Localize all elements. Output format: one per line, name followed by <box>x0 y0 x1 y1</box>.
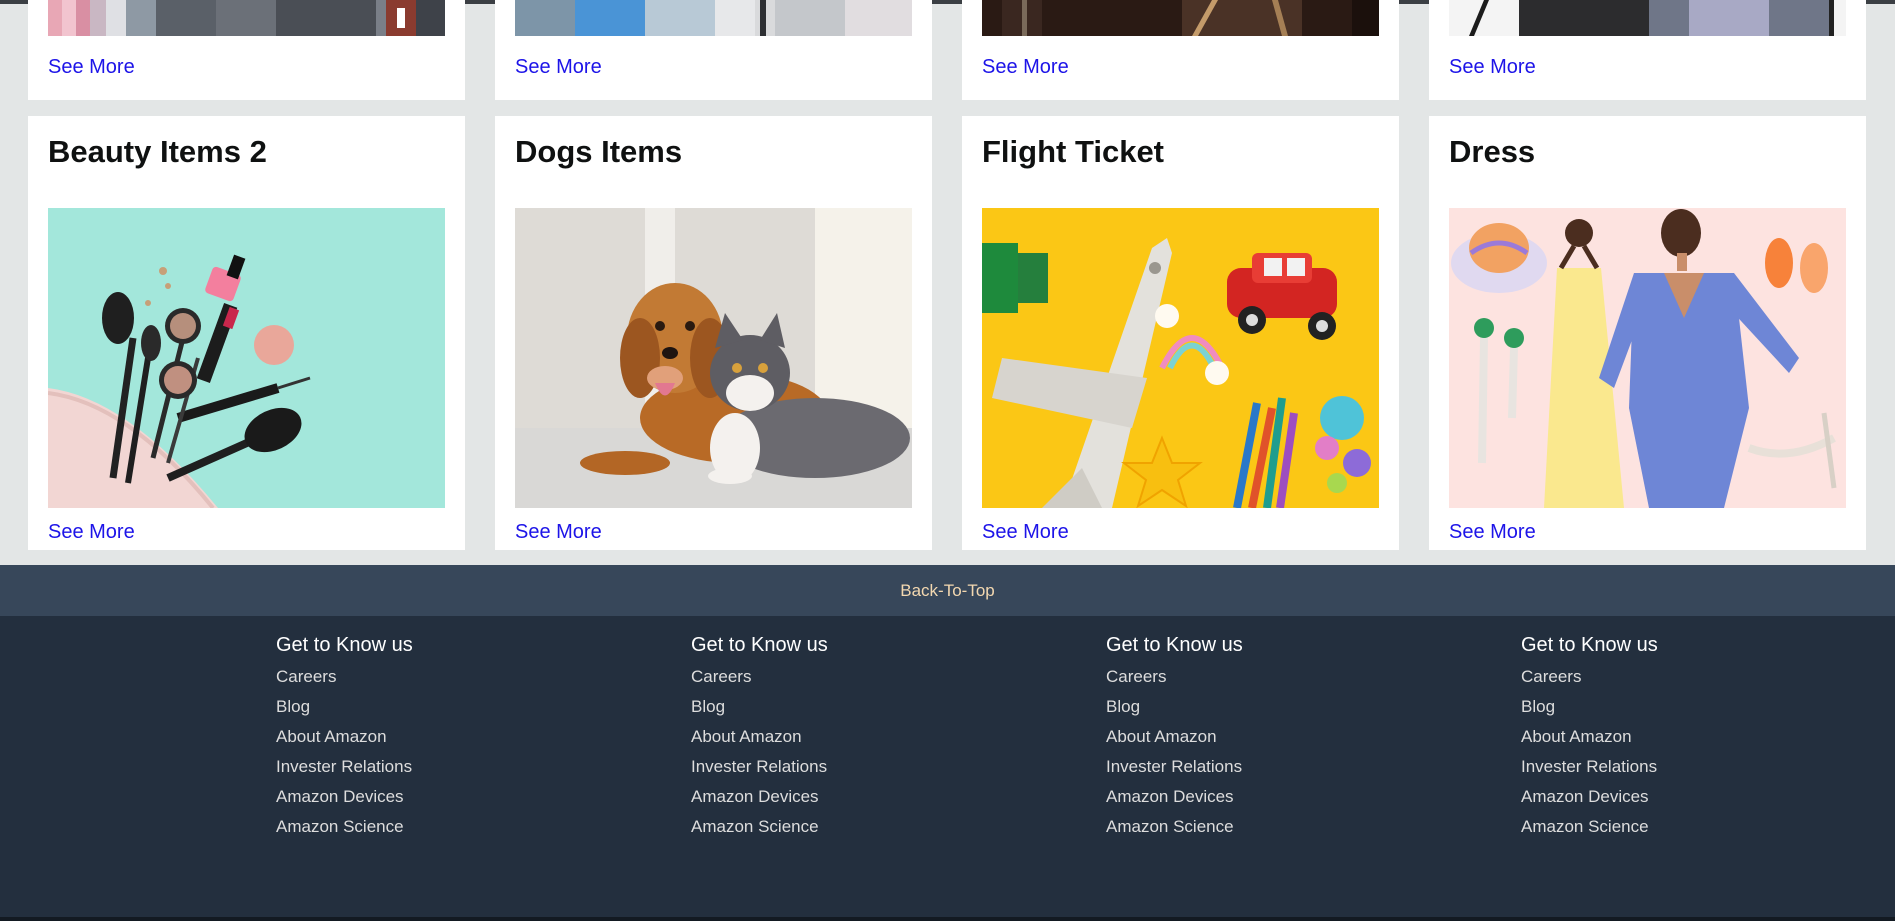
card-image-furniture-cropped[interactable] <box>982 0 1379 36</box>
card-image-cosmetics-cropped[interactable] <box>48 0 445 36</box>
see-more-link[interactable]: See More <box>1449 521 1536 544</box>
footer-link[interactable]: Amazon Science <box>1106 817 1406 847</box>
footer-link[interactable]: Careers <box>1106 667 1406 697</box>
see-more-link[interactable]: See More <box>48 56 135 79</box>
product-card: Dress See More <box>1429 116 1866 550</box>
footer-column: Get to Know us Careers Blog About Amazon… <box>1521 634 1821 847</box>
footer-column-heading: Get to Know us <box>276 634 413 656</box>
card-image-flight[interactable] <box>982 208 1379 508</box>
footer-link[interactable]: Invester Relations <box>691 757 991 787</box>
card-title: Dress <box>1449 134 1536 169</box>
footer-link[interactable]: Blog <box>1521 697 1821 727</box>
footer-link[interactable]: Careers <box>1521 667 1821 697</box>
footer-column: Get to Know us Careers Blog About Amazon… <box>691 634 991 847</box>
product-card: Dogs Items See More <box>495 116 932 550</box>
footer-link[interactable]: Blog <box>691 697 991 727</box>
card-image-beauty[interactable] <box>48 208 445 508</box>
footer-link[interactable]: Blog <box>1106 697 1406 727</box>
footer-link[interactable]: Amazon Science <box>1521 817 1821 847</box>
footer-link[interactable]: Amazon Science <box>691 817 991 847</box>
footer-bottom-edge <box>0 917 1895 921</box>
footer-link[interactable]: About Amazon <box>1106 727 1406 757</box>
see-more-link[interactable]: See More <box>48 521 135 544</box>
card-image-dogs[interactable] <box>515 208 912 508</box>
see-more-link[interactable]: See More <box>982 56 1069 79</box>
footer-column-heading: Get to Know us <box>691 634 828 656</box>
card-title: Flight Ticket <box>982 134 1165 169</box>
footer-link[interactable]: Amazon Devices <box>1521 787 1821 817</box>
footer-link[interactable]: Invester Relations <box>276 757 576 787</box>
product-card: See More <box>495 0 932 100</box>
footer: Get to Know us Careers Blog About Amazon… <box>0 616 1895 921</box>
see-more-link[interactable]: See More <box>515 56 602 79</box>
back-to-top-label: Back-To-Top <box>900 580 995 600</box>
footer-link[interactable]: Amazon Devices <box>276 787 576 817</box>
footer-link[interactable]: Invester Relations <box>1521 757 1821 787</box>
footer-column-heading: Get to Know us <box>1521 634 1658 656</box>
product-card: See More <box>1429 0 1866 100</box>
footer-link[interactable]: Amazon Devices <box>691 787 991 817</box>
card-image-phones-cropped[interactable] <box>1449 0 1846 36</box>
card-title: Beauty Items 2 <box>48 134 267 169</box>
back-to-top-button[interactable]: Back-To-Top <box>0 565 1895 616</box>
card-title: Dogs Items <box>515 134 683 169</box>
product-card: See More <box>28 0 465 100</box>
footer-link[interactable]: Blog <box>276 697 576 727</box>
footer-link[interactable]: About Amazon <box>1521 727 1821 757</box>
product-card: See More <box>962 0 1399 100</box>
footer-link[interactable]: Careers <box>276 667 576 697</box>
footer-link[interactable]: About Amazon <box>691 727 991 757</box>
footer-link[interactable]: About Amazon <box>276 727 576 757</box>
footer-column-heading: Get to Know us <box>1106 634 1243 656</box>
footer-link[interactable]: Amazon Devices <box>1106 787 1406 817</box>
footer-link[interactable]: Careers <box>691 667 991 697</box>
see-more-link[interactable]: See More <box>1449 56 1536 79</box>
product-card: Beauty Items 2 See More <box>28 116 465 550</box>
footer-column: Get to Know us Careers Blog About Amazon… <box>276 634 576 847</box>
footer-link[interactable]: Invester Relations <box>1106 757 1406 787</box>
product-card: Flight Ticket See More <box>962 116 1399 550</box>
footer-link[interactable]: Amazon Science <box>276 817 576 847</box>
see-more-link[interactable]: See More <box>515 521 602 544</box>
card-image-dress[interactable] <box>1449 208 1846 508</box>
card-image-bottles-cropped[interactable] <box>515 0 912 36</box>
footer-column: Get to Know us Careers Blog About Amazon… <box>1106 634 1406 847</box>
see-more-link[interactable]: See More <box>982 521 1069 544</box>
